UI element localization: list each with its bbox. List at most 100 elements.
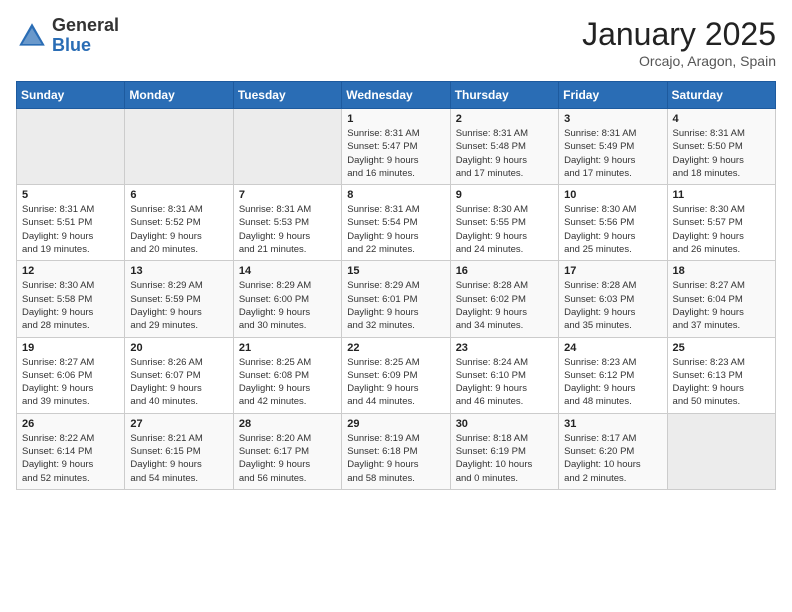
day-info: Sunrise: 8:31 AMSunset: 5:47 PMDaylight:… [347, 127, 444, 180]
day-info: Sunrise: 8:31 AMSunset: 5:49 PMDaylight:… [564, 127, 661, 180]
calendar-day-cell: 11 Sunrise: 8:30 AMSunset: 5:57 PMDayligh… [667, 185, 775, 261]
calendar-day-cell: 8 Sunrise: 8:31 AMSunset: 5:54 PMDaylight… [342, 185, 450, 261]
calendar-day-cell: 6 Sunrise: 8:31 AMSunset: 5:52 PMDaylight… [125, 185, 233, 261]
weekday-header: Sunday [17, 82, 125, 109]
day-info: Sunrise: 8:31 AMSunset: 5:52 PMDaylight:… [130, 203, 227, 256]
location-title: Orcajo, Aragon, Spain [582, 53, 776, 69]
month-title: January 2025 [582, 16, 776, 53]
calendar-day-cell: 4Sunrise: 8:31 AMSunset: 5:50 PMDaylight… [667, 109, 775, 185]
calendar-day-cell [125, 109, 233, 185]
day-info: Sunrise: 8:22 AMSunset: 6:14 PMDaylight:… [22, 432, 119, 485]
day-number: 24 [564, 342, 661, 354]
day-number: 1 [347, 113, 444, 125]
day-info: Sunrise: 8:30 AMSunset: 5:58 PMDaylight:… [22, 279, 119, 332]
calendar-day-cell: 29Sunrise: 8:19 AMSunset: 6:18 PMDayligh… [342, 413, 450, 489]
day-number: 20 [130, 342, 227, 354]
day-info: Sunrise: 8:21 AMSunset: 6:15 PMDaylight:… [130, 432, 227, 485]
day-info: Sunrise: 8:29 AMSunset: 6:00 PMDaylight:… [239, 279, 336, 332]
day-info: Sunrise: 8:30 AMSunset: 5:56 PMDaylight:… [564, 203, 661, 256]
day-number: 26 [22, 418, 119, 430]
day-number: 15 [347, 265, 444, 277]
weekday-header: Saturday [667, 82, 775, 109]
calendar-day-cell: 18Sunrise: 8:27 AMSunset: 6:04 PMDayligh… [667, 261, 775, 337]
day-number: 11 [673, 189, 770, 201]
calendar-day-cell: 17 Sunrise: 8:28 AMSunset: 6:03 PMDayligh… [559, 261, 667, 337]
day-number: 16 [456, 265, 553, 277]
day-info: Sunrise: 8:29 AMSunset: 5:59 PMDaylight:… [130, 279, 227, 332]
day-info: Sunrise: 8:31 AMSunset: 5:54 PMDaylight:… [347, 203, 444, 256]
day-info: Sunrise: 8:20 AMSunset: 6:17 PMDaylight:… [239, 432, 336, 485]
day-info: Sunrise: 8:26 AMSunset: 6:07 PMDaylight:… [130, 356, 227, 409]
calendar-day-cell: 13 Sunrise: 8:29 AMSunset: 5:59 PMDayligh… [125, 261, 233, 337]
day-number: 30 [456, 418, 553, 430]
weekday-header: Thursday [450, 82, 558, 109]
calendar-day-cell [667, 413, 775, 489]
day-number: 8 [347, 189, 444, 201]
day-info: Sunrise: 8:25 AMSunset: 6:08 PMDaylight:… [239, 356, 336, 409]
calendar-day-cell: 15 Sunrise: 8:29 AMSunset: 6:01 PMDayligh… [342, 261, 450, 337]
day-info: Sunrise: 8:25 AMSunset: 6:09 PMDaylight:… [347, 356, 444, 409]
day-info: Sunrise: 8:31 AMSunset: 5:53 PMDaylight:… [239, 203, 336, 256]
day-number: 13 [130, 265, 227, 277]
day-info: Sunrise: 8:27 AMSunset: 6:04 PMDaylight:… [673, 279, 770, 332]
calendar-day-cell: 16 Sunrise: 8:28 AMSunset: 6:02 PMDayligh… [450, 261, 558, 337]
day-info: Sunrise: 8:28 AMSunset: 6:02 PMDaylight:… [456, 279, 553, 332]
day-number: 9 [456, 189, 553, 201]
day-number: 5 [22, 189, 119, 201]
calendar-day-cell: 20 Sunrise: 8:26 AMSunset: 6:07 PMDayligh… [125, 337, 233, 413]
day-number: 3 [564, 113, 661, 125]
day-number: 31 [564, 418, 661, 430]
weekday-header: Monday [125, 82, 233, 109]
day-number: 27 [130, 418, 227, 430]
calendar-day-cell: 10 Sunrise: 8:30 AMSunset: 5:56 PMDayligh… [559, 185, 667, 261]
logo-blue-text: Blue [52, 36, 119, 56]
calendar-table: SundayMondayTuesdayWednesdayThursdayFrid… [16, 81, 776, 490]
weekday-header: Tuesday [233, 82, 341, 109]
calendar-week-row: 19Sunrise: 8:27 AMSunset: 6:06 PMDayligh… [17, 337, 776, 413]
day-number: 19 [22, 342, 119, 354]
day-number: 28 [239, 418, 336, 430]
calendar-day-cell [233, 109, 341, 185]
day-number: 17 [564, 265, 661, 277]
calendar-day-cell: 22 Sunrise: 8:25 AMSunset: 6:09 PMDayligh… [342, 337, 450, 413]
weekday-header: Friday [559, 82, 667, 109]
logo: General Blue [16, 16, 119, 56]
day-info: Sunrise: 8:31 AMSunset: 5:51 PMDaylight:… [22, 203, 119, 256]
calendar-week-row: 5 Sunrise: 8:31 AMSunset: 5:51 PMDaylight… [17, 185, 776, 261]
page-header: General Blue January 2025 Orcajo, Aragon… [16, 16, 776, 69]
calendar-day-cell: 12 Sunrise: 8:30 AMSunset: 5:58 PMDayligh… [17, 261, 125, 337]
calendar-day-cell: 7 Sunrise: 8:31 AMSunset: 5:53 PMDaylight… [233, 185, 341, 261]
day-number: 29 [347, 418, 444, 430]
calendar-day-cell: 1 Sunrise: 8:31 AMSunset: 5:47 PMDaylight… [342, 109, 450, 185]
day-info: Sunrise: 8:29 AMSunset: 6:01 PMDaylight:… [347, 279, 444, 332]
day-info: Sunrise: 8:23 AMSunset: 6:12 PMDaylight:… [564, 356, 661, 409]
day-info: Sunrise: 8:28 AMSunset: 6:03 PMDaylight:… [564, 279, 661, 332]
calendar-day-cell [17, 109, 125, 185]
day-number: 7 [239, 189, 336, 201]
logo-icon [16, 20, 48, 52]
logo-text: General Blue [52, 16, 119, 56]
calendar-week-row: 12 Sunrise: 8:30 AMSunset: 5:58 PMDayligh… [17, 261, 776, 337]
day-info: Sunrise: 8:31 AMSunset: 5:50 PMDaylight:… [673, 127, 770, 180]
day-number: 12 [22, 265, 119, 277]
day-info: Sunrise: 8:30 AMSunset: 5:57 PMDaylight:… [673, 203, 770, 256]
calendar-day-cell: 23Sunrise: 8:24 AMSunset: 6:10 PMDayligh… [450, 337, 558, 413]
day-info: Sunrise: 8:24 AMSunset: 6:10 PMDaylight:… [456, 356, 553, 409]
weekday-header: Wednesday [342, 82, 450, 109]
calendar-week-row: 1 Sunrise: 8:31 AMSunset: 5:47 PMDaylight… [17, 109, 776, 185]
calendar-day-cell: 26 Sunrise: 8:22 AMSunset: 6:14 PMDayligh… [17, 413, 125, 489]
calendar-day-cell: 14Sunrise: 8:29 AMSunset: 6:00 PMDayligh… [233, 261, 341, 337]
calendar-header-row: SundayMondayTuesdayWednesdayThursdayFrid… [17, 82, 776, 109]
day-info: Sunrise: 8:18 AMSunset: 6:19 PMDaylight:… [456, 432, 553, 485]
calendar-day-cell: 2 Sunrise: 8:31 AMSunset: 5:48 PMDaylight… [450, 109, 558, 185]
day-number: 22 [347, 342, 444, 354]
calendar-day-cell: 25Sunrise: 8:23 AMSunset: 6:13 PMDayligh… [667, 337, 775, 413]
day-info: Sunrise: 8:31 AMSunset: 5:48 PMDaylight:… [456, 127, 553, 180]
day-number: 6 [130, 189, 227, 201]
calendar-day-cell: 24 Sunrise: 8:23 AMSunset: 6:12 PMDayligh… [559, 337, 667, 413]
day-number: 2 [456, 113, 553, 125]
calendar-day-cell: 19Sunrise: 8:27 AMSunset: 6:06 PMDayligh… [17, 337, 125, 413]
logo-general-text: General [52, 16, 119, 36]
day-number: 10 [564, 189, 661, 201]
calendar-day-cell: 5 Sunrise: 8:31 AMSunset: 5:51 PMDaylight… [17, 185, 125, 261]
